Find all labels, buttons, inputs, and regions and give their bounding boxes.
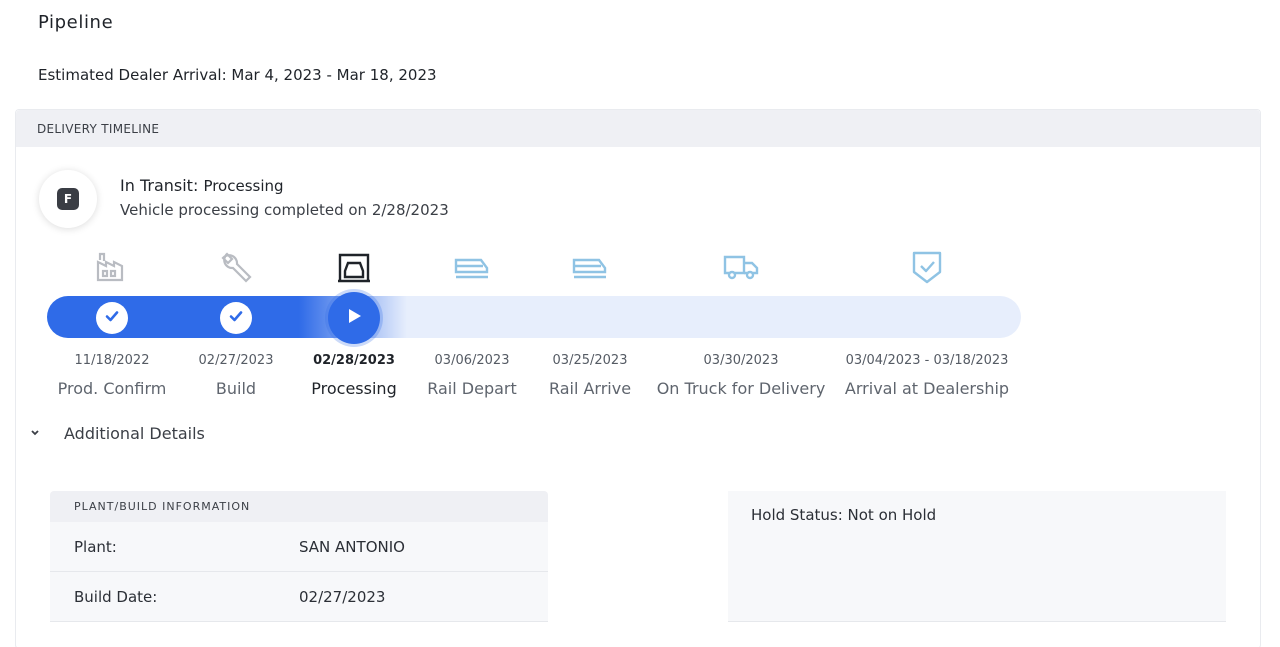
panel-header: DELIVERY TIMELINE xyxy=(16,110,1260,147)
plant-build-header: PLANT/BUILD INFORMATION xyxy=(50,491,548,522)
step-date: 11/18/2022 xyxy=(74,353,150,368)
table-row: Plant: SAN ANTONIO xyxy=(50,522,548,572)
timeline-track xyxy=(47,296,1021,338)
badge-letter: F xyxy=(57,188,79,210)
step-label-current: Processing xyxy=(311,379,397,398)
check-icon xyxy=(228,308,244,328)
step-label: Prod. Confirm xyxy=(57,379,167,398)
estimated-arrival: Estimated Dealer Arrival: Mar 4, 2023 - … xyxy=(38,66,437,84)
step-label: Arrival at Dealership xyxy=(844,379,1010,398)
step-node-done xyxy=(220,302,252,334)
plant-build-card: PLANT/BUILD INFORMATION Plant: SAN ANTON… xyxy=(50,491,548,622)
row-value: SAN ANTONIO xyxy=(299,537,405,556)
hold-status-card: Hold Status: Not on Hold xyxy=(728,491,1226,622)
step-label: On Truck for Delivery xyxy=(656,379,826,398)
play-icon xyxy=(344,306,364,330)
step-date: 03/06/2023 xyxy=(434,353,510,368)
step-node-done xyxy=(96,302,128,334)
step-date: 03/25/2023 xyxy=(552,353,628,368)
vehicle-processing-icon xyxy=(334,250,374,284)
status-label: In Transit: xyxy=(120,176,199,195)
step-date-current: 02/28/2023 xyxy=(313,353,395,368)
step-date: 03/04/2023 - 03/18/2023 xyxy=(845,353,1009,368)
step-label: Rail Arrive xyxy=(548,379,632,398)
factory-icon xyxy=(92,250,132,284)
step-label: Rail Depart xyxy=(427,379,517,398)
train-icon xyxy=(570,250,610,284)
row-value: 02/27/2023 xyxy=(299,587,386,606)
additional-details-toggle[interactable]: Additional Details xyxy=(30,424,205,443)
truck-icon xyxy=(721,250,761,284)
hold-status: Hold Status: Not on Hold xyxy=(751,506,937,524)
shield-check-icon xyxy=(907,250,947,284)
table-row: Build Date: 02/27/2023 xyxy=(50,572,548,622)
status-badge: F xyxy=(39,170,97,228)
train-icon xyxy=(452,250,492,284)
row-key: Build Date: xyxy=(74,587,158,606)
step-label: Build xyxy=(215,379,257,398)
additional-details-label: Additional Details xyxy=(64,424,205,443)
status-detail: Vehicle processing completed on 2/28/202… xyxy=(120,201,449,219)
status-line: In Transit: Processing xyxy=(120,176,284,195)
row-key: Plant: xyxy=(74,537,117,556)
page-title: Pipeline xyxy=(38,12,114,33)
check-icon xyxy=(104,308,120,328)
step-node-current xyxy=(328,292,380,344)
step-date: 03/30/2023 xyxy=(703,353,779,368)
status-value: Processing xyxy=(203,177,284,195)
step-date: 02/27/2023 xyxy=(198,353,274,368)
chevron-down-icon xyxy=(30,427,44,440)
wrench-icon xyxy=(216,250,256,284)
